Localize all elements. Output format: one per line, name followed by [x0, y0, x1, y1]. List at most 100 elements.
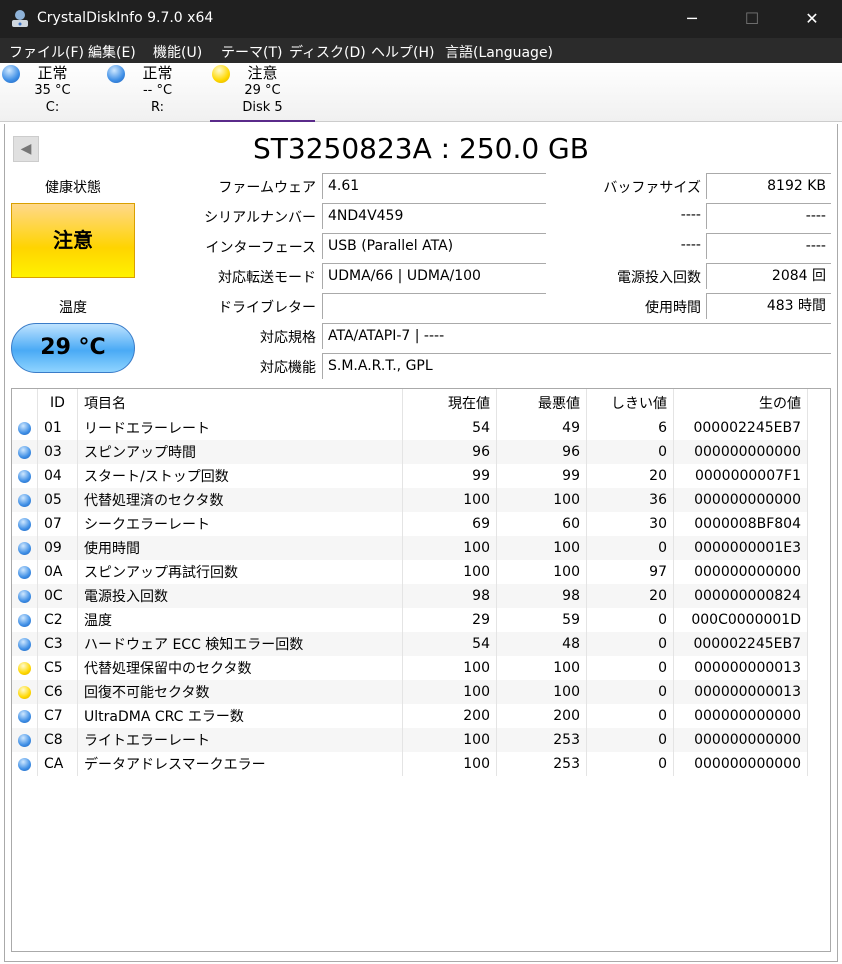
id-cell: C8	[37, 728, 78, 752]
col-current[interactable]: 現在値	[402, 389, 497, 416]
status-cell	[12, 608, 38, 632]
current-cell: 69	[402, 512, 497, 536]
status-cell	[12, 632, 38, 656]
status-cell	[12, 488, 38, 512]
threshold-cell: 97	[586, 560, 674, 584]
smart-table-panel[interactable]: ID 項目名 現在値 最悪値 しきい値 生の値 01 リードエラーレート 54 49 6…	[11, 388, 831, 952]
worst-cell: 59	[496, 608, 587, 632]
col-worst[interactable]: 最悪値	[496, 389, 587, 416]
current-cell: 54	[402, 632, 497, 656]
menu-language[interactable]: 言語(Language)	[445, 42, 553, 62]
current-cell: 100	[402, 536, 497, 560]
col-name[interactable]: 項目名	[77, 389, 403, 416]
table-row[interactable]: C2 温度 29 59 0 000C0000001D	[12, 608, 808, 632]
power-on-hours-field: 483 時間	[706, 293, 831, 319]
worst-cell: 253	[496, 728, 587, 752]
maximize-button[interactable]: ☐	[722, 0, 782, 38]
menu-disk[interactable]: ディスク(D)	[289, 42, 366, 62]
status-dot-icon	[18, 661, 31, 675]
menu-theme[interactable]: テーマ(T)	[221, 42, 282, 62]
raw-cell: 0000008BF804	[673, 512, 808, 536]
status-orb-icon	[107, 65, 125, 83]
worst-cell: 100	[496, 656, 587, 680]
status-cell	[12, 728, 38, 752]
raw-cell: 000000000000	[673, 728, 808, 752]
current-cell: 100	[402, 488, 497, 512]
raw-cell: 000002245EB7	[673, 416, 808, 440]
table-row[interactable]: 0C 電源投入回数 98 98 20 000000000824	[12, 584, 808, 608]
col-threshold[interactable]: しきい値	[586, 389, 674, 416]
disk-tab-c[interactable]: 正常 35 °C C:	[0, 63, 105, 122]
firmware-label: ファームウェア	[218, 180, 316, 196]
menu-file[interactable]: ファイル(F)	[9, 42, 84, 62]
features-field: S.M.A.R.T., GPL	[322, 353, 831, 379]
name-cell: 代替処理済のセクタ数	[77, 488, 403, 512]
drive-letter-label: ドライブレター	[218, 300, 316, 316]
serial-label: シリアルナンバー	[204, 210, 316, 226]
current-cell: 200	[402, 704, 497, 728]
table-row[interactable]: C5 代替処理保留中のセクタ数 100 100 0 000000000013	[12, 656, 808, 680]
col-status[interactable]	[12, 389, 38, 416]
status-cell	[12, 440, 38, 464]
worst-cell: 96	[496, 440, 587, 464]
table-row[interactable]: 01 リードエラーレート 54 49 6 000002245EB7	[12, 416, 808, 440]
status-cell	[12, 656, 38, 680]
worst-cell: 48	[496, 632, 587, 656]
threshold-cell: 0	[586, 440, 674, 464]
disk-tab-disk5[interactable]: 注意 29 °C Disk 5	[210, 63, 315, 122]
worst-cell: 99	[496, 464, 587, 488]
table-row[interactable]: C6 回復不可能セクタ数 100 100 0 000000000013	[12, 680, 808, 704]
table-row[interactable]: 07 シークエラーレート 69 60 30 0000008BF804	[12, 512, 808, 536]
threshold-cell: 20	[586, 584, 674, 608]
menu-help[interactable]: ヘルプ(H)	[371, 42, 434, 62]
disk-temp: 29 °C	[244, 83, 281, 98]
disk-tab-r[interactable]: 正常 -- °C R:	[105, 63, 210, 122]
worst-cell: 60	[496, 512, 587, 536]
current-cell: 96	[402, 440, 497, 464]
id-cell: 05	[37, 488, 78, 512]
interface-label: インターフェース	[205, 240, 316, 256]
name-cell: 代替処理保留中のセクタ数	[77, 656, 403, 680]
minimize-button[interactable]: ─	[662, 0, 722, 38]
table-row[interactable]: 04 スタート/ストップ回数 99 99 20 0000000007F1	[12, 464, 808, 488]
raw-cell: 000002245EB7	[673, 632, 808, 656]
table-row[interactable]: 0A スピンアップ再試行回数 100 100 97 000000000000	[12, 560, 808, 584]
power-on-count-field: 2084 回	[706, 263, 831, 289]
col-id[interactable]: ID	[37, 389, 78, 416]
status-cell	[12, 416, 38, 440]
name-cell: スピンアップ時間	[77, 440, 403, 464]
name-cell: シークエラーレート	[77, 512, 403, 536]
table-row[interactable]: CA データアドレスマークエラー 100 253 0 000000000000	[12, 752, 808, 776]
id-cell: C2	[37, 608, 78, 632]
raw-cell: 000000000013	[673, 656, 808, 680]
health-label: 健康状態	[45, 180, 101, 196]
threshold-cell: 0	[586, 656, 674, 680]
status-dot-icon	[18, 685, 31, 699]
name-cell: 電源投入回数	[77, 584, 403, 608]
power-on-count-label: 電源投入回数	[617, 270, 701, 286]
health-status-button[interactable]: 注意	[11, 203, 135, 278]
table-row[interactable]: C3 ハードウェア ECC 検知エラー回数 54 48 0 000002245EB7	[12, 632, 808, 656]
status-cell	[12, 752, 38, 776]
id-cell: C5	[37, 656, 78, 680]
disk-name: R:	[150, 100, 164, 115]
status-dot-icon	[18, 637, 31, 651]
status-dot-icon	[18, 733, 31, 747]
window-title: CrystalDiskInfo 9.7.0 x64	[37, 10, 214, 26]
close-button[interactable]: ✕	[782, 0, 842, 38]
menu-edit[interactable]: 編集(E)	[88, 42, 136, 62]
table-row[interactable]: 03 スピンアップ時間 96 96 0 000000000000	[12, 440, 808, 464]
menu-function[interactable]: 機能(U)	[153, 42, 202, 62]
status-dot-icon	[18, 493, 31, 507]
disk-temp: 35 °C	[34, 83, 71, 98]
table-row[interactable]: 09 使用時間 100 100 0 0000000001E3	[12, 536, 808, 560]
table-row[interactable]: C7 UltraDMA CRC エラー数 200 200 0 000000000000	[12, 704, 808, 728]
col-raw[interactable]: 生の値	[673, 389, 808, 416]
table-row[interactable]: C8 ライトエラーレート 100 253 0 000000000000	[12, 728, 808, 752]
table-row[interactable]: 05 代替処理済のセクタ数 100 100 36 000000000000	[12, 488, 808, 512]
status-cell	[12, 680, 38, 704]
power-on-hours-label: 使用時間	[645, 300, 701, 316]
disk-tabs: 正常 35 °C C: 正常 -- °C R: 注意 29 °C Disk 5	[0, 63, 842, 122]
transfer-mode-label: 対応転送モード	[218, 270, 316, 286]
disk-model-title: ST3250823A : 250.0 GB	[253, 132, 589, 165]
